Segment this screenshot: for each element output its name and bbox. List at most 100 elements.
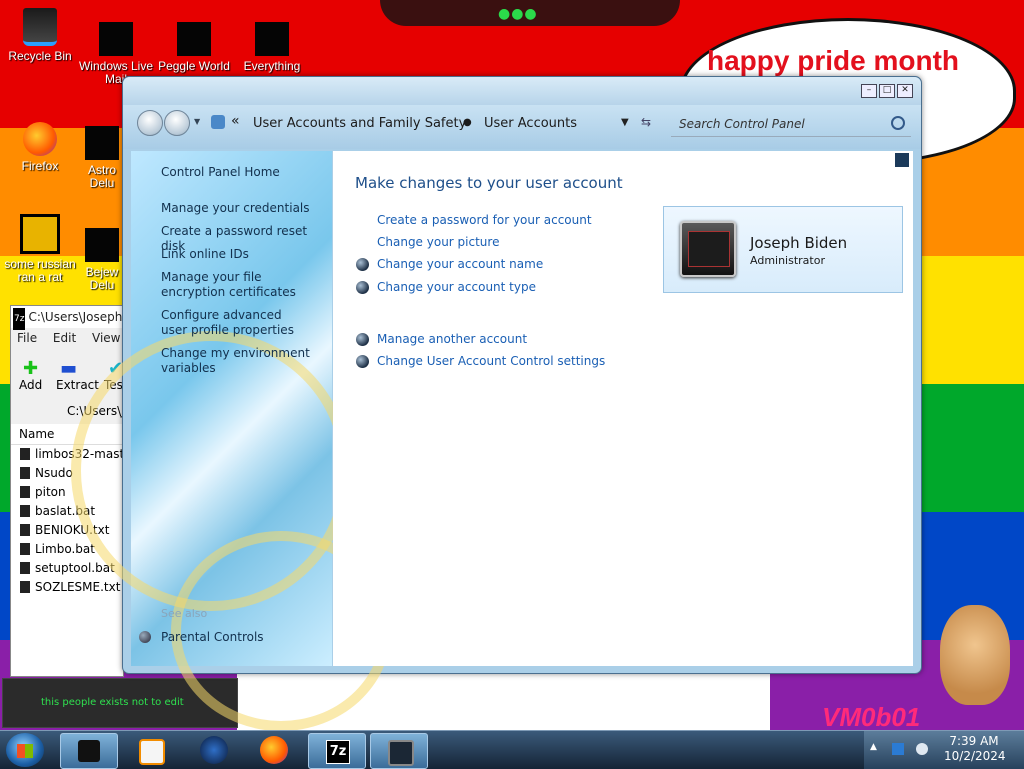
firefox-icon xyxy=(260,736,288,764)
desktop-icon-recycle-bin[interactable]: Recycle Bin xyxy=(0,8,80,63)
monitor-icon xyxy=(388,740,414,766)
link-label: Change User Account Control settings xyxy=(377,354,606,368)
7zip-titlebar[interactable]: 7z C:\Users\Joseph xyxy=(11,306,123,330)
desktop-icon-peggle-world[interactable]: Peggle World xyxy=(154,22,234,73)
astro-icon xyxy=(85,126,119,160)
window-titlebar[interactable]: – □ ✕ xyxy=(123,77,921,105)
breadcrumb-family-safety[interactable]: User Accounts and Family Safety xyxy=(253,116,466,131)
file-icon xyxy=(20,505,30,517)
sidebar-link-online-ids[interactable]: Link online IDs xyxy=(161,247,249,262)
desktop-icon-bejeweled[interactable]: Bejew Delu xyxy=(80,228,124,292)
volume-icon[interactable] xyxy=(916,743,928,755)
taskbar-button-control-panel[interactable] xyxy=(60,733,118,769)
desktop-icon-label: Peggle World xyxy=(158,59,230,73)
desktop-icon-russian-rat[interactable]: some russian ran a rat xyxy=(0,214,80,284)
show-hidden-icons-button[interactable]: ▲ xyxy=(870,742,877,752)
sidebar-manage-credentials[interactable]: Manage your credentials xyxy=(161,201,310,216)
desktop-icon-label: Recycle Bin xyxy=(8,49,72,63)
file-icon xyxy=(20,524,30,536)
link-label: Change your account name xyxy=(377,257,544,271)
link-change-account-name[interactable]: Change your account name xyxy=(356,257,544,271)
extract-button[interactable]: ▬ Extract xyxy=(56,358,99,392)
bejeweled-icon xyxy=(85,228,119,262)
link-uac-settings[interactable]: Change User Account Control settings xyxy=(356,354,606,368)
link-change-picture[interactable]: Change your picture xyxy=(377,235,499,249)
link-change-account-type[interactable]: Change your account type xyxy=(356,280,536,294)
parental-controls-label: Parental Controls xyxy=(161,630,264,644)
7zip-menubar: File Edit View xyxy=(11,328,123,348)
globe-icon xyxy=(200,736,228,764)
user-role: Administrator xyxy=(750,254,825,267)
taskbar-button-media-player[interactable] xyxy=(122,733,178,767)
desktop-icon-label: some russian ran a rat xyxy=(4,257,76,284)
taskbar-button-window[interactable] xyxy=(370,733,428,769)
folder-icon xyxy=(20,448,30,460)
file-row[interactable]: SOZLESME.txt xyxy=(11,578,123,597)
taskbar-button-firefox[interactable] xyxy=(246,733,302,767)
folder-icon xyxy=(20,467,30,479)
add-button[interactable]: ✚ Add xyxy=(19,358,42,392)
extract-label: Extract xyxy=(56,378,99,392)
desktop-icon-astro[interactable]: Astro Delu xyxy=(80,126,124,190)
minus-icon: ▬ xyxy=(60,358,78,379)
desktop-icon-firefox[interactable]: Firefox xyxy=(0,122,80,173)
user-avatar xyxy=(680,221,736,277)
media-player-icon xyxy=(139,739,165,765)
sidebar-environment-variables[interactable]: Change my environment variables xyxy=(161,346,311,376)
breadcrumb-separator: ● xyxy=(463,117,472,128)
sidebar-control-panel-home[interactable]: Control Panel Home xyxy=(161,165,280,180)
user-name: Joseph Biden xyxy=(750,234,848,252)
address-dropdown-icon[interactable]: ▼ xyxy=(621,117,629,128)
maximize-button[interactable]: □ xyxy=(879,84,895,98)
close-button[interactable]: ✕ xyxy=(897,84,913,98)
clock[interactable]: 7:39 AM 10/2/2024 xyxy=(944,734,1006,764)
mail-icon xyxy=(99,22,133,56)
desktop-icon-everything[interactable]: Everything xyxy=(232,22,312,73)
watermark-logo: VM0b01 xyxy=(822,702,921,732)
breadcrumb-overflow[interactable]: « xyxy=(231,113,240,129)
7zip-icon: 7z xyxy=(326,740,350,764)
file-icon xyxy=(20,581,30,593)
link-label: Manage another account xyxy=(377,332,528,346)
taskbar-button-globe[interactable] xyxy=(186,733,242,767)
address-bar[interactable]: « User Accounts and Family Safety ● User… xyxy=(185,109,655,135)
menu-edit[interactable]: Edit xyxy=(53,331,76,345)
parental-controls-icon xyxy=(139,631,151,643)
green-dots: ●●● xyxy=(498,6,538,22)
sidebar-advanced-profile[interactable]: Configure advanced user profile properti… xyxy=(161,308,311,338)
page-title: Make changes to your user account xyxy=(355,174,623,192)
avatar-image xyxy=(688,231,730,267)
peggle-icon xyxy=(177,22,211,56)
control-panel-window[interactable]: – □ ✕ ▼ « User Accounts and Family Safet… xyxy=(71,76,922,731)
network-icon[interactable] xyxy=(892,743,904,755)
folder-icon xyxy=(20,486,30,498)
recycle-bin-icon xyxy=(23,8,57,46)
see-also-heading: See also xyxy=(161,607,208,620)
search-placeholder: Search Control Panel xyxy=(679,117,805,131)
help-icon[interactable] xyxy=(895,153,909,167)
shield-icon xyxy=(356,258,369,271)
menu-view[interactable]: View xyxy=(92,331,120,345)
file-name: setuptool.bat xyxy=(35,561,115,575)
sidebar-file-encryption[interactable]: Manage your file encryption certificates xyxy=(161,270,321,300)
window-icon xyxy=(78,740,100,762)
search-icon[interactable] xyxy=(891,116,905,130)
everything-icon xyxy=(255,22,289,56)
taskbar-button-7zip[interactable]: 7z xyxy=(308,733,366,769)
search-box[interactable]: Search Control Panel xyxy=(671,110,911,137)
bubble-text: happy pride month xyxy=(707,45,959,76)
window-controls: – □ ✕ xyxy=(861,84,913,98)
refresh-icon[interactable]: ⇆ xyxy=(641,115,651,129)
user-account-tile: Joseph Biden Administrator xyxy=(663,206,903,293)
back-button[interactable] xyxy=(137,110,163,136)
start-button[interactable] xyxy=(6,733,44,767)
sidebar-parental-controls[interactable]: Parental Controls xyxy=(139,630,264,644)
file-name: Nsudo xyxy=(35,466,73,480)
link-manage-another-account[interactable]: Manage another account xyxy=(356,332,528,346)
link-create-password[interactable]: Create a password for your account xyxy=(377,213,592,227)
minimize-button[interactable]: – xyxy=(861,84,877,98)
taskbar: 7z ▲ 7:39 AM 10/2/2024 xyxy=(0,730,1024,769)
content-pane: Make changes to your user account Create… xyxy=(333,151,913,666)
breadcrumb-user-accounts[interactable]: User Accounts xyxy=(484,116,577,131)
menu-file[interactable]: File xyxy=(17,331,37,345)
